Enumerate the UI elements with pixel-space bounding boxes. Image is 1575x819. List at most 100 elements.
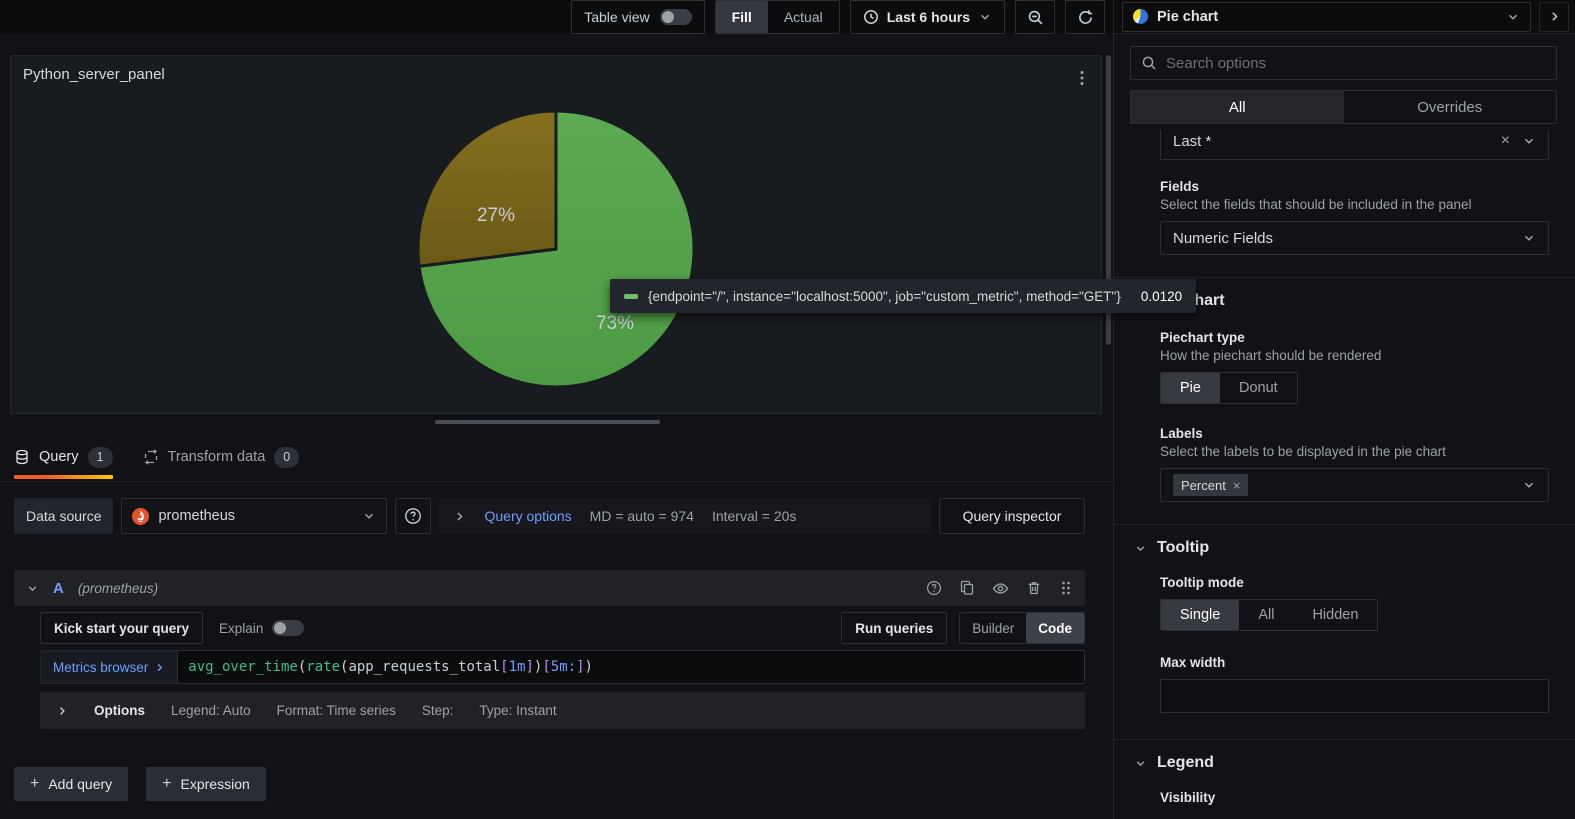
plus-icon: + <box>30 775 40 792</box>
add-query-label: Add query <box>48 776 113 792</box>
interval-value: Interval = 20s <box>711 508 797 524</box>
pie-label-73: 73% <box>596 313 634 334</box>
panel-title: Python_server_panel <box>23 66 165 83</box>
fields-description: Select the fields that should be include… <box>1160 197 1472 212</box>
run-queries-button[interactable]: Run queries <box>841 612 948 644</box>
max-width-label: Max width <box>1160 655 1226 670</box>
time-range-picker[interactable]: Last 6 hours <box>849 0 1005 34</box>
tooltip-value: 0.0120 <box>1140 288 1183 304</box>
database-icon <box>16 449 28 465</box>
drag-handle-icon[interactable] <box>1059 580 1073 596</box>
sidebar-header: Pie chart <box>1114 0 1575 34</box>
code-button[interactable]: Code <box>1026 613 1084 643</box>
query-datasource-hint: (prometheus) <box>77 580 159 596</box>
donut-option[interactable]: Donut <box>1220 373 1297 403</box>
actual-button[interactable]: Actual <box>768 1 839 33</box>
query-toolbar: Data source prometheus Query options MD … <box>14 498 1085 534</box>
metrics-browser-button[interactable]: Metrics browser <box>40 650 178 684</box>
percent-tag: Percent × <box>1173 474 1249 496</box>
legend-section-header[interactable]: Legend <box>1114 740 1575 772</box>
datasource-value: prometheus <box>158 508 236 524</box>
zoom-out-button[interactable] <box>1015 0 1055 34</box>
table-view-toggle[interactable] <box>659 9 692 25</box>
kick-start-button[interactable]: Kick start your query <box>40 612 204 644</box>
clear-icon[interactable]: × <box>1501 133 1510 149</box>
chevron-right-icon[interactable] <box>56 705 68 717</box>
tooltip-mode-hidden[interactable]: Hidden <box>1293 600 1377 630</box>
tooltip-mode-all[interactable]: All <box>1239 600 1293 630</box>
options-format-value: Format: Time series <box>276 703 396 718</box>
visualization-name: Pie chart <box>1157 8 1219 25</box>
search-options-input[interactable] <box>1166 54 1546 72</box>
tab-query-label: Query <box>39 449 79 465</box>
query-options-link[interactable]: Query options <box>484 508 571 524</box>
piechart-type-switch: Pie Donut <box>1160 372 1298 404</box>
add-query-button[interactable]: + Add query <box>14 767 129 801</box>
tab-overrides[interactable]: Overrides <box>1344 91 1557 123</box>
calculation-value: Last * <box>1173 132 1212 150</box>
add-expression-button[interactable]: + Expression <box>146 767 266 801</box>
legend-section-title: Legend <box>1157 754 1214 771</box>
chevron-right-icon[interactable] <box>453 510 466 523</box>
query-options-row: Options Legend: Auto Format: Time series… <box>40 692 1085 729</box>
labels-select[interactable]: Percent × <box>1160 468 1549 502</box>
search-icon <box>1142 56 1156 70</box>
eye-icon[interactable] <box>992 580 1009 597</box>
explain-control: Explain <box>219 620 305 636</box>
datasource-select[interactable]: prometheus <box>121 498 388 534</box>
tooltip-section-title: Tooltip <box>1157 539 1210 556</box>
fields-label: Fields <box>1160 179 1200 194</box>
chevron-down-icon <box>1524 482 1534 488</box>
visibility-option: Visibility <box>1160 790 1549 805</box>
datasource-help-button[interactable] <box>395 498 432 534</box>
promql-expression-input[interactable]: avg_over_time(rate(app_requests_total[1m… <box>177 650 1085 684</box>
collapse-pane-button[interactable] <box>1539 1 1569 32</box>
tooltip-section-header[interactable]: Tooltip <box>1114 525 1575 557</box>
duplicate-icon[interactable] <box>959 580 975 596</box>
kebab-menu-icon <box>1080 71 1084 85</box>
collapse-chevron-icon[interactable] <box>26 582 39 595</box>
query-row-header[interactable]: A (prometheus) <box>14 570 1085 606</box>
calculation-select[interactable]: Last * × <box>1160 130 1549 160</box>
pie-chart-icon <box>1133 9 1148 24</box>
panel-options-sidebar: Pie chart All Overrides Last * × <box>1113 0 1575 819</box>
tooltip-mode-option: Tooltip mode Single All Hidden <box>1160 575 1549 631</box>
help-circle-icon <box>405 508 422 524</box>
panel-menu-button[interactable] <box>1071 64 1093 92</box>
visibility-label: Visibility <box>1160 790 1216 805</box>
fields-value: Numeric Fields <box>1173 229 1274 247</box>
plus-icon: + <box>162 775 172 792</box>
max-width-input[interactable] <box>1161 680 1548 712</box>
tab-all[interactable]: All <box>1131 91 1344 123</box>
trash-icon[interactable] <box>1026 580 1042 596</box>
datasource-label: Data source <box>14 498 114 534</box>
tab-query[interactable]: Query 1 <box>14 441 113 479</box>
pie-chart[interactable]: 27% 73% <box>416 109 696 389</box>
explain-toggle[interactable] <box>272 620 305 636</box>
horizontal-scrollbar[interactable] <box>435 420 660 424</box>
help-circle-icon[interactable] <box>926 580 942 596</box>
fill-button[interactable]: Fill <box>715 1 768 33</box>
query-inspector-button[interactable]: Query inspector <box>939 498 1085 534</box>
query-ref-id: A <box>53 579 64 597</box>
chevron-down-icon[interactable] <box>1522 134 1536 148</box>
chevron-down-icon <box>1508 14 1518 20</box>
fill-actual-switch: Fill Actual <box>714 0 840 34</box>
pie-option[interactable]: Pie <box>1161 373 1220 403</box>
tab-transform-data[interactable]: Transform data 0 <box>143 441 300 473</box>
chevron-down-icon <box>1524 235 1534 241</box>
series-marker-icon <box>624 293 638 299</box>
builder-button[interactable]: Builder <box>960 613 1026 643</box>
tooltip-series-label: {endpoint="/", instance="localhost:5000"… <box>648 288 1121 304</box>
query-row-actions <box>926 580 1073 597</box>
labels-label: Labels <box>1160 426 1203 441</box>
visualization-picker[interactable]: Pie chart <box>1122 1 1531 32</box>
chevron-down-icon <box>1136 760 1145 766</box>
builder-code-switch: Builder Code <box>959 612 1085 644</box>
editor-tabs: Query 1 Transform data 0 <box>14 441 300 479</box>
refresh-button[interactable] <box>1065 0 1105 34</box>
options-toggle-label[interactable]: Options <box>94 703 145 718</box>
remove-tag-icon[interactable]: × <box>1233 479 1241 492</box>
fields-select[interactable]: Numeric Fields <box>1160 221 1549 255</box>
tooltip-mode-single[interactable]: Single <box>1161 600 1240 630</box>
